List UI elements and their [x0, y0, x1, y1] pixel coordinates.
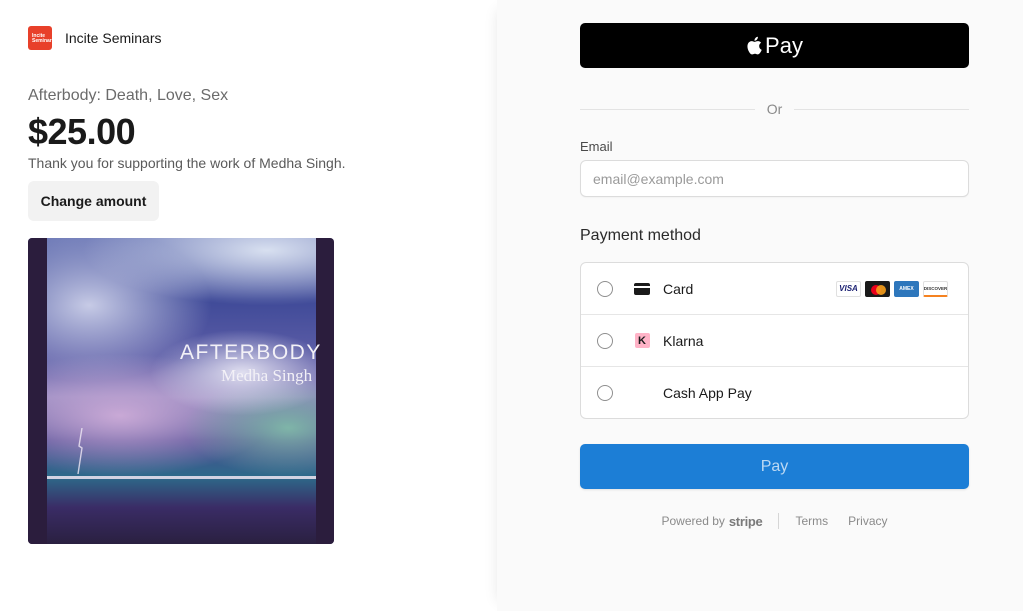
apple-pay-button[interactable]: Pay [580, 23, 969, 68]
payment-method-heading: Payment method [580, 227, 701, 244]
card-brand-logos: VISA AMEX DISCOVER [836, 280, 948, 297]
change-amount-button[interactable]: Change amount [28, 181, 159, 221]
cover-author: Medha Singh [221, 366, 313, 385]
thank-you-message: Thank you for supporting the work of Med… [28, 155, 346, 171]
mastercard-icon [865, 280, 890, 297]
apple-logo-icon [747, 36, 762, 55]
cash-app-pay-radio[interactable] [597, 384, 613, 401]
klarna-radio[interactable] [597, 332, 613, 349]
powered-by-text: Powered by [661, 514, 725, 528]
merchant-header: Incite Seminars Incite Seminars [28, 24, 161, 52]
cover-spine-left [28, 238, 47, 544]
cover-horizon-line [47, 476, 316, 479]
or-text: Or [766, 101, 783, 117]
product-summary-pane: Incite Seminars Incite Seminars Afterbod… [0, 0, 497, 611]
cover-spine-right [316, 238, 334, 544]
cover-title: AFTERBODY [180, 341, 322, 364]
stripe-logo[interactable]: stripe [729, 514, 763, 529]
footer-divider [778, 513, 780, 529]
payment-method-list: Card VISA AMEX DISCOVER K Klarna Cash Ap… [580, 262, 969, 419]
payment-option-label: Klarna [663, 332, 704, 349]
payment-option-label: Cash App Pay [663, 384, 752, 401]
divider-line [794, 108, 969, 110]
or-divider: Or [580, 100, 969, 118]
card-icon [634, 281, 651, 297]
payment-pane: Pay Or Email Payment method Card VISA AM… [497, 0, 1023, 611]
amex-icon: AMEX [894, 280, 919, 297]
merchant-logo: Incite Seminars [28, 26, 52, 50]
payment-option-label: Card [663, 280, 694, 297]
merchant-logo-text: Incite Seminars [32, 33, 52, 44]
card-radio[interactable] [597, 280, 613, 297]
terms-link[interactable]: Terms [795, 514, 828, 528]
pay-button[interactable]: Pay [580, 444, 969, 489]
visa-icon: VISA [836, 280, 861, 297]
email-label: Email [580, 139, 613, 154]
klarna-icon: K [634, 333, 650, 349]
lightning-bolt-graphic [77, 428, 83, 474]
privacy-link[interactable]: Privacy [848, 514, 887, 528]
product-cover-image: AFTERBODY Medha Singh [28, 238, 334, 544]
discover-icon: DISCOVER [923, 280, 948, 297]
footer: Powered by stripe Terms Privacy [580, 510, 969, 532]
product-price: $25.00 [28, 111, 136, 152]
payment-option-card[interactable]: Card VISA AMEX DISCOVER [581, 263, 968, 315]
payment-option-klarna[interactable]: K Klarna [581, 315, 968, 367]
divider-line [580, 108, 755, 110]
payment-option-cash-app-pay[interactable]: Cash App Pay [581, 367, 968, 418]
merchant-name: Incite Seminars [65, 30, 162, 46]
product-name: Afterbody: Death, Love, Sex [28, 87, 229, 104]
apple-pay-label: Pay [765, 32, 803, 58]
email-input[interactable] [580, 160, 969, 197]
